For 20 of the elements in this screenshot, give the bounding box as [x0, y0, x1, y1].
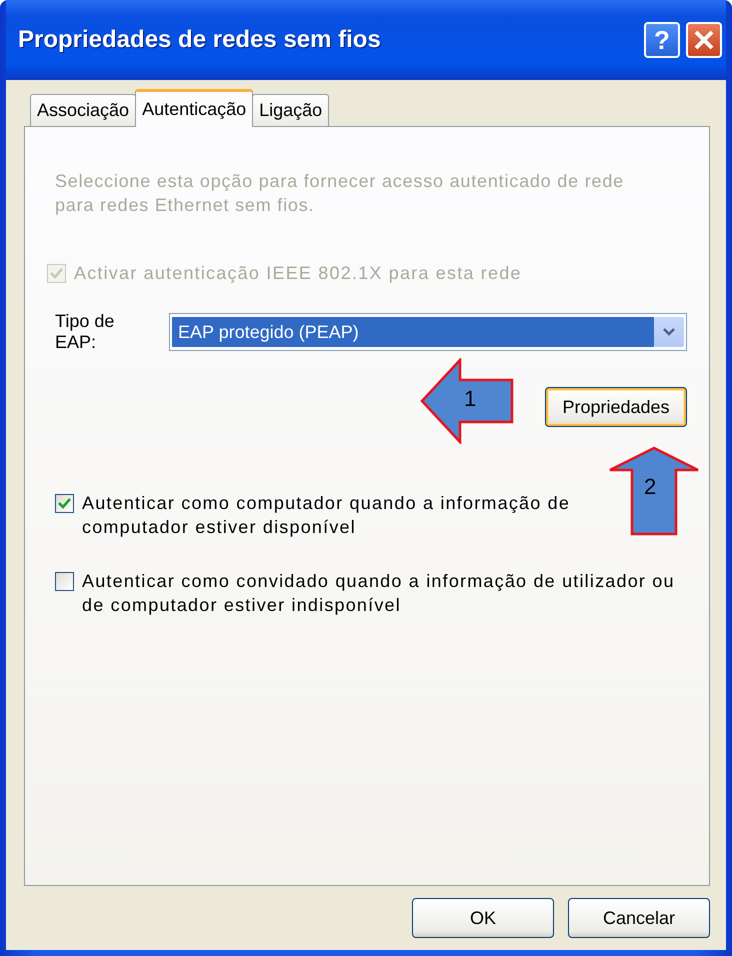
callout-number: 2: [644, 474, 656, 500]
tab[interactable]: Autenticação: [135, 89, 254, 127]
help-button[interactable]: ?: [644, 22, 680, 58]
callout-number: 1: [464, 386, 476, 412]
window-title: Propriedades de redes sem fios: [18, 26, 382, 54]
checkbox[interactable]: [55, 494, 74, 513]
tab[interactable]: Ligação: [252, 94, 330, 126]
close-icon[interactable]: [686, 22, 722, 58]
description-text: Seleccione esta opção para fornecer acesso autenticado de rede para redes Ethernet sem fios.: [55, 170, 625, 217]
checkbox[interactable]: [55, 572, 74, 591]
properties-button[interactable]: Propriedades: [545, 387, 687, 427]
checkbox-label: Autenticar como computador quando a informação de computador estiver disponível: [82, 492, 572, 539]
tab[interactable]: Associação: [30, 94, 136, 126]
dropdown-value: EAP protegido (PEAP): [172, 317, 654, 347]
checkbox-label: Activar autenticação IEEE 802.1X para esta rede: [74, 262, 522, 285]
checkbox-label: Autenticar como convidado quando a informação de utilizador ou de computador estiver indisponível: [82, 570, 676, 617]
eap-type-label: Tipo de EAP:: [55, 311, 116, 353]
ok-button[interactable]: OK: [412, 898, 554, 938]
cancel-button[interactable]: Cancelar: [568, 898, 710, 938]
eap-type-dropdown[interactable]: EAP protegido (PEAP): [169, 313, 687, 351]
